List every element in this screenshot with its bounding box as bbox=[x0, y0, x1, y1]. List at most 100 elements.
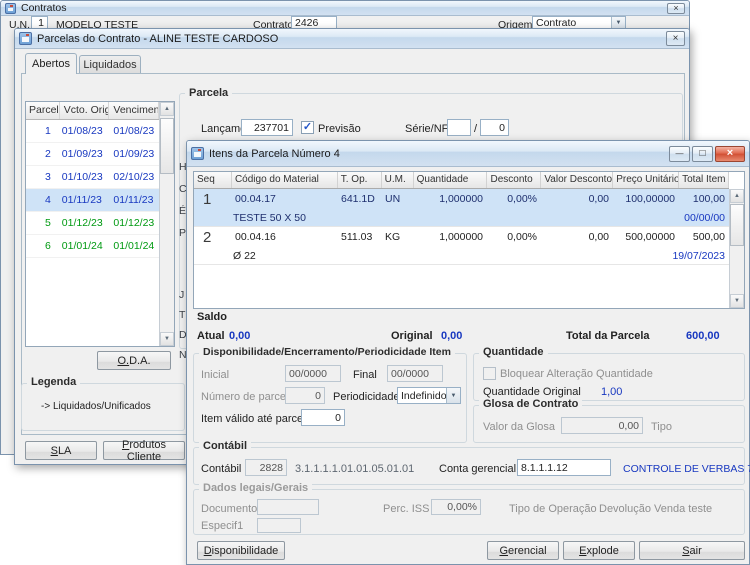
previsao-checkbox[interactable]: ✓ bbox=[301, 121, 314, 134]
conta-gerencial-input[interactable]: 8.1.1.1.12 bbox=[517, 459, 611, 476]
cell-desconto: 0,00% bbox=[487, 193, 541, 205]
tab-liquidados[interactable]: Liquidados bbox=[79, 55, 141, 74]
scroll-up-icon[interactable]: ▲ bbox=[730, 189, 744, 203]
scrollbar-track[interactable] bbox=[730, 203, 744, 294]
bloquear-quantidade-checkbox[interactable] bbox=[483, 367, 496, 380]
numero-parcelas-input[interactable]: 0 bbox=[285, 387, 325, 404]
serie-nf-slash: / bbox=[474, 123, 477, 135]
titlebar-itens[interactable]: Itens da Parcela Número 4 — □ × bbox=[187, 141, 749, 167]
vertical-scrollbar[interactable]: ▲ ▼ bbox=[159, 102, 174, 346]
close-button[interactable]: × bbox=[667, 3, 685, 14]
parcelas-grid: Parcela Vcto. Orig Vencimento 1 01/08/23… bbox=[25, 101, 175, 347]
window-icon bbox=[191, 147, 204, 160]
scrollbar-thumb[interactable] bbox=[730, 204, 744, 246]
chevron-down-icon: ▼ bbox=[446, 388, 460, 403]
documento-input[interactable] bbox=[257, 499, 319, 515]
explode-button[interactable]: Explode bbox=[563, 541, 635, 560]
parcelas-grid-header: Parcela Vcto. Orig Vencimento bbox=[26, 102, 159, 120]
item-row-selected[interactable]: 1 00.04.17 641.1D UN 1,000000 0,00% 0,00… bbox=[194, 189, 729, 227]
column-header-desconto[interactable]: Desconto bbox=[487, 172, 541, 188]
scroll-down-icon[interactable]: ▼ bbox=[160, 332, 174, 346]
itens-grid-header: Seq Código do Material T. Op. U.M. Quant… bbox=[194, 172, 729, 189]
periodicidade-select[interactable]: Indefinido ▼ bbox=[397, 387, 461, 404]
titlebar-contratos[interactable]: Contratos × bbox=[1, 1, 689, 16]
titlebar-parcelas[interactable]: Parcelas do Contrato - ALINE TESTE CARDO… bbox=[15, 29, 689, 49]
vertical-scrollbar[interactable]: ▲ ▼ bbox=[729, 189, 744, 308]
column-header-parcela[interactable]: Parcela bbox=[26, 102, 60, 119]
scrollbar-track[interactable] bbox=[160, 116, 174, 332]
sla-button[interactable]: SLA bbox=[25, 441, 97, 460]
cell-preco-unitario: 100,00000 bbox=[613, 193, 679, 205]
window-icon bbox=[5, 3, 16, 14]
close-button[interactable]: × bbox=[666, 31, 685, 46]
serie-input[interactable] bbox=[447, 119, 471, 136]
cell-valor-desconto: 0,00 bbox=[541, 231, 613, 243]
cell-data: 19/07/2023 bbox=[672, 250, 725, 262]
column-header-quantidade[interactable]: Quantidade bbox=[414, 172, 488, 188]
cell-desconto: 0,00% bbox=[487, 231, 541, 243]
minimize-button[interactable]: — bbox=[669, 146, 690, 162]
cell-codigo: 00.04.16 bbox=[231, 231, 337, 243]
item-valido-input[interactable]: 0 bbox=[301, 409, 345, 426]
column-header-valor-desconto[interactable]: Valor Desconto bbox=[541, 172, 613, 188]
scroll-up-icon[interactable]: ▲ bbox=[160, 102, 174, 116]
cell-venc: 01/08/23 bbox=[109, 125, 159, 137]
close-button[interactable]: × bbox=[715, 146, 745, 162]
saldo-original-value: 0,00 bbox=[441, 330, 462, 342]
parcela-row[interactable]: 2 01/09/23 01/09/23 bbox=[26, 143, 159, 166]
close-icon: × bbox=[727, 148, 733, 159]
cell-descricao: TESTE 50 X 50 bbox=[233, 212, 306, 224]
serie-nf-label: Série/NF bbox=[405, 123, 448, 135]
cell-venc: 01/09/23 bbox=[109, 148, 159, 160]
column-header-codigo[interactable]: Código do Material bbox=[232, 172, 338, 188]
scroll-down-icon[interactable]: ▼ bbox=[730, 294, 744, 308]
nf-input[interactable]: 0 bbox=[480, 119, 509, 136]
column-header-seq[interactable]: Seq bbox=[194, 172, 232, 188]
column-header-total-item[interactable]: Total Item bbox=[679, 172, 729, 188]
oda-button[interactable]: O.D.A. bbox=[97, 351, 171, 370]
window-itens-parcela: Itens da Parcela Número 4 — □ × Seq Códi… bbox=[186, 140, 750, 565]
cell-quantidade: 1,000000 bbox=[413, 193, 487, 205]
especif1-input[interactable] bbox=[257, 518, 301, 533]
maximize-button[interactable]: □ bbox=[692, 146, 713, 162]
item-row[interactable]: 2 00.04.16 511.03 KG 1,000000 0,00% 0,00… bbox=[194, 227, 729, 265]
quantidade-original-value: 1,00 bbox=[601, 386, 622, 398]
legenda-item: -> Liquidados/Unificados bbox=[41, 401, 151, 412]
contabil-groupbox-label: Contábil bbox=[199, 440, 251, 452]
cell-descricao: Ø 22 bbox=[233, 250, 256, 262]
tab-abertos[interactable]: Abertos bbox=[25, 53, 77, 74]
column-header-vencimento[interactable]: Vencimento bbox=[109, 102, 159, 119]
close-icon: × bbox=[673, 34, 679, 44]
itens-grid: Seq Código do Material T. Op. U.M. Quant… bbox=[193, 171, 745, 309]
parcela-row[interactable]: 5 01/12/23 01/12/23 bbox=[26, 212, 159, 235]
parcela-row[interactable]: 1 01/08/23 01/08/23 bbox=[26, 120, 159, 143]
parcela-row-selected[interactable]: 4 01/11/23 01/11/23 bbox=[26, 189, 159, 212]
dados-legais-groupbox-label: Dados legais/Gerais bbox=[199, 482, 312, 494]
parcela-row[interactable]: 3 01/10/23 02/10/23 bbox=[26, 166, 159, 189]
perc-iss-label: Perc. ISS bbox=[383, 503, 429, 515]
inicial-input[interactable]: 00/0000 bbox=[285, 365, 341, 382]
window-title: Itens da Parcela Número 4 bbox=[209, 148, 667, 160]
cell-seq: 2 bbox=[194, 227, 231, 264]
perc-iss-input[interactable]: 0,00% bbox=[431, 499, 481, 515]
column-header-vcto-orig[interactable]: Vcto. Orig bbox=[60, 102, 110, 119]
valor-glosa-input[interactable]: 0,00 bbox=[561, 417, 643, 434]
column-header-t-op[interactable]: T. Op. bbox=[338, 172, 382, 188]
glosa-groupbox-label: Glosa de Contrato bbox=[479, 398, 582, 410]
gerencial-button[interactable]: Gerencial bbox=[487, 541, 559, 560]
cell-total-item: 500,00 bbox=[679, 231, 729, 243]
column-header-preco-unitario[interactable]: Preço Unitário bbox=[613, 172, 679, 188]
periodicidade-label: Periodicidade bbox=[333, 391, 400, 403]
column-header-um[interactable]: U.M. bbox=[382, 172, 414, 188]
cell-quantidade: 1,000000 bbox=[413, 231, 487, 243]
contabil-input[interactable]: 2828 bbox=[245, 459, 287, 476]
produtos-cliente-button[interactable]: Produtos Cliente bbox=[103, 441, 185, 460]
parcela-row[interactable]: 6 01/01/24 01/01/24 bbox=[26, 235, 159, 258]
cell-total-item: 100,00 bbox=[679, 193, 729, 205]
lancamento-input[interactable]: 237701 bbox=[241, 119, 293, 136]
final-input[interactable]: 00/0000 bbox=[387, 365, 443, 382]
scrollbar-thumb[interactable] bbox=[160, 118, 174, 174]
disponibilidade-button[interactable]: Disponibilidade bbox=[197, 541, 285, 560]
sair-button[interactable]: Sair bbox=[639, 541, 745, 560]
cell-preco-unitario: 500,00000 bbox=[613, 231, 679, 243]
